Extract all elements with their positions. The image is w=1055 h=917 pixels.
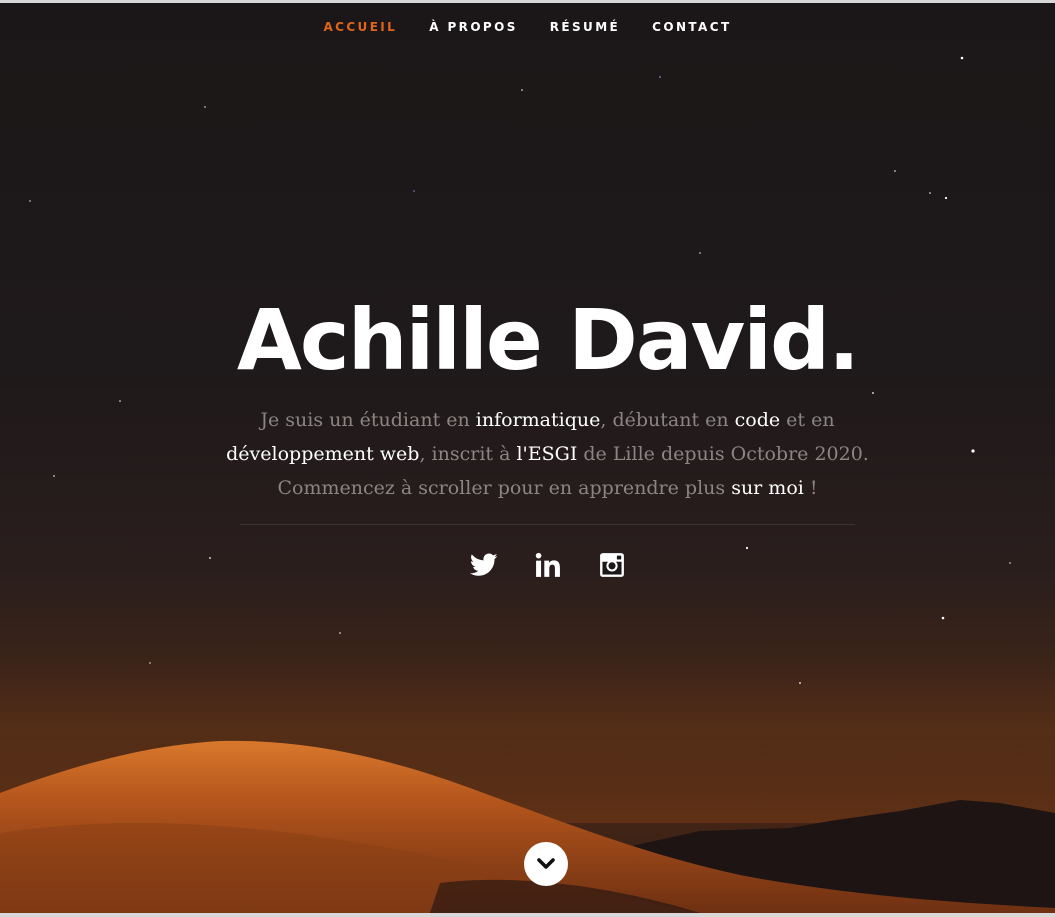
twitter-link[interactable] <box>469 548 499 582</box>
twitter-icon <box>469 553 498 576</box>
nav-link-contact[interactable]: Contact <box>652 20 731 34</box>
intro-text: et en <box>780 409 835 431</box>
nav-link-accueil[interactable]: Accueil <box>323 20 397 34</box>
hero-title: Achille David. <box>236 291 860 389</box>
intro-text: ! <box>803 477 818 499</box>
intro-highlight-sur-moi: sur moi <box>731 477 804 499</box>
intro-highlight-informatique: informatique <box>475 409 601 431</box>
scroll-down-button[interactable] <box>524 842 568 886</box>
hero-divider <box>240 524 855 525</box>
hero-intro: Je suis un étudiant en informatique, déb… <box>190 403 905 505</box>
linkedin-link[interactable] <box>533 548 563 582</box>
instagram-link[interactable] <box>597 548 627 582</box>
chevron-down-icon <box>537 858 555 869</box>
intro-highlight-esgi: l'ESGI <box>516 443 578 465</box>
intro-text: , débutant en <box>600 409 735 431</box>
nav-link-a-propos[interactable]: À propos <box>429 20 518 34</box>
intro-text: Je suis un étudiant en <box>260 409 476 431</box>
hero-section: Accueil À propos Résumé Contact Achille … <box>0 3 1055 913</box>
main-nav: Accueil À propos Résumé Contact <box>0 3 1055 51</box>
intro-text: , inscrit à <box>419 443 517 465</box>
linkedin-icon <box>535 552 560 577</box>
intro-highlight-code: code <box>734 409 781 431</box>
social-links <box>0 548 1055 582</box>
instagram-icon <box>599 553 624 577</box>
intro-highlight-web-dev: développement web <box>226 443 420 465</box>
nav-link-resume[interactable]: Résumé <box>550 20 620 34</box>
